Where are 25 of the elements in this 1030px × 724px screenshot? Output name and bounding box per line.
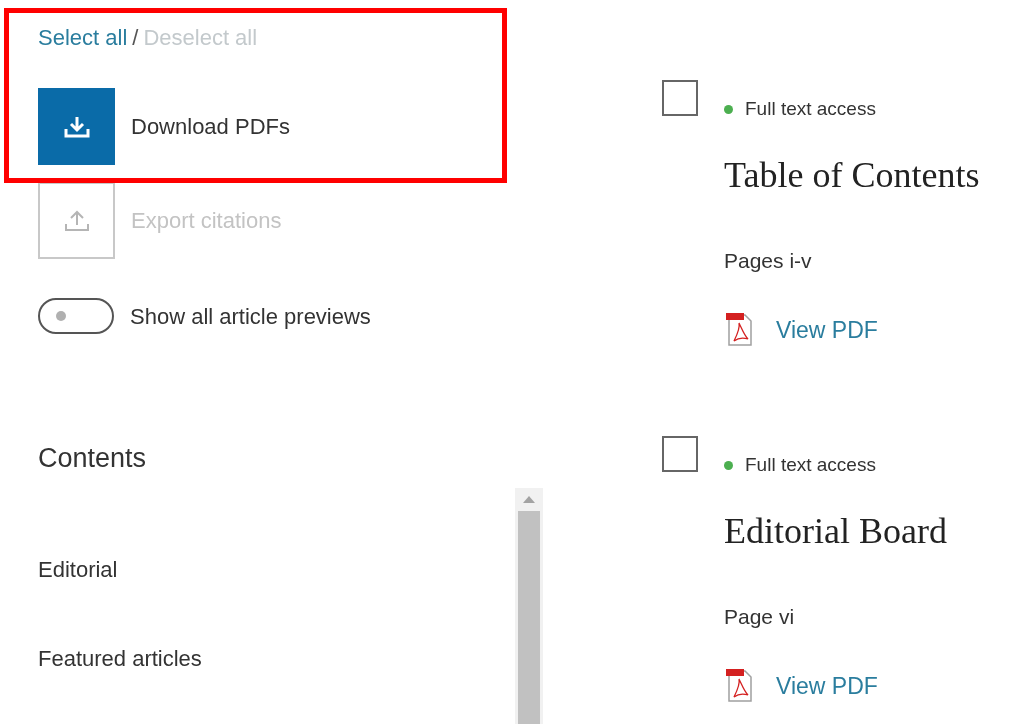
toggle-label: Show all article previews	[130, 302, 371, 331]
page-range: Pages i-v	[724, 248, 813, 274]
scrollbar[interactable]	[515, 488, 543, 724]
download-icon	[63, 114, 90, 139]
action-label[interactable]: Download PDFs	[131, 110, 290, 143]
preview-toggle[interactable]	[38, 298, 114, 334]
article-checkbox[interactable]	[662, 80, 698, 116]
contents-link[interactable]: Editorial	[38, 555, 118, 585]
scrollbar-thumb[interactable]	[518, 511, 540, 724]
contents-link[interactable]: Featured articles	[38, 644, 202, 674]
pdf-file-icon	[726, 669, 754, 703]
view-pdf-link[interactable]: View PDF	[776, 315, 878, 345]
page-range: Page vi	[724, 604, 796, 630]
access-label: Full text access	[745, 97, 876, 121]
contents-heading: Contents	[38, 442, 147, 475]
access-label: Full text access	[745, 453, 876, 477]
download-button[interactable]	[38, 88, 115, 165]
article-title[interactable]: Table of Contents	[724, 153, 980, 197]
select-all-link[interactable]: Select all	[38, 22, 128, 54]
view-pdf-link[interactable]: View PDF	[776, 671, 878, 701]
article-checkbox[interactable]	[662, 436, 698, 472]
upload-icon	[63, 208, 90, 233]
pdf-file-icon	[726, 313, 754, 347]
article-title[interactable]: Editorial Board	[724, 509, 980, 553]
separator: /	[132, 24, 139, 52]
